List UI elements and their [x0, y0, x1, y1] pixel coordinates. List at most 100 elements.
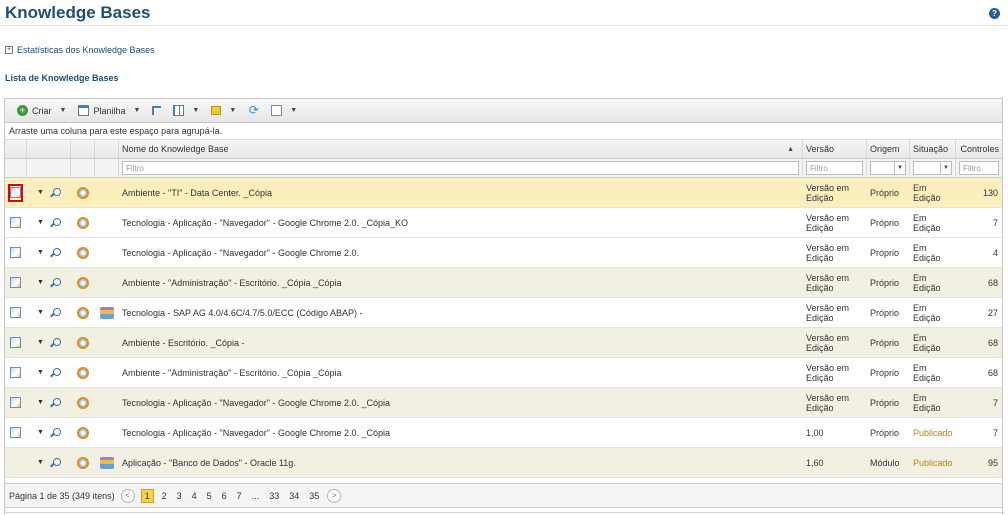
row-cell [5, 358, 27, 387]
table-row[interactable]: ▼ Ambiente - Escritório. _Cópia - Versão… [5, 328, 1002, 358]
chevron-down-icon[interactable]: ▼ [60, 107, 67, 114]
column-header-version[interactable]: Versão [803, 140, 867, 158]
document-icon[interactable] [10, 337, 21, 348]
refresh-button[interactable]: ⟳ [242, 101, 265, 121]
document-icon[interactable] [10, 307, 21, 318]
next-page-button[interactable]: > [327, 488, 342, 503]
magnifier-icon[interactable] [50, 367, 61, 378]
stats-label[interactable]: Estatísticas dos Knowledge Bases [17, 45, 155, 55]
clock-icon[interactable] [76, 216, 89, 229]
clock-icon[interactable] [76, 336, 89, 349]
magnifier-icon[interactable] [50, 307, 61, 318]
column-header-name[interactable]: Nome do Knowledge Base ▲ [119, 140, 803, 158]
clock-icon[interactable] [76, 456, 89, 469]
clock-icon[interactable] [76, 426, 89, 439]
header-cell [27, 140, 71, 158]
document-icon[interactable] [10, 277, 21, 288]
clock-icon[interactable] [76, 276, 89, 289]
chevron-down-icon[interactable]: ▼ [133, 107, 140, 114]
table-row[interactable]: ▼ Tecnologia - Aplicação - "Navegador" -… [5, 238, 1002, 268]
expand-icon[interactable]: + [5, 46, 13, 54]
edit-button[interactable]: ▼ [265, 101, 303, 121]
chevron-down-icon[interactable]: ▼ [37, 189, 44, 196]
document-icon[interactable] [10, 247, 21, 258]
page-7-button[interactable]: 7 [235, 491, 244, 501]
page-4-button[interactable]: 4 [190, 491, 199, 501]
page-ellipsis[interactable]: ... [250, 491, 262, 501]
spreadsheet-button[interactable]: Planilha ▼ [72, 101, 146, 121]
chevron-down-icon[interactable]: ▼ [894, 162, 905, 174]
column-header-status[interactable]: Situação [910, 140, 956, 158]
chevron-down-icon[interactable]: ▼ [290, 107, 297, 114]
magnifier-icon[interactable] [50, 277, 61, 288]
column-header-origin[interactable]: Origem [867, 140, 910, 158]
table-row[interactable]: ▼ Ambiente - "Administração" - Escritóri… [5, 268, 1002, 298]
table-row[interactable]: ▼ Tecnologia - Aplicação - "Navegador" -… [5, 208, 1002, 238]
create-button[interactable]: + Criar ▼ [11, 101, 72, 121]
page-34-button[interactable]: 34 [287, 491, 301, 501]
chevron-down-icon[interactable]: ▼ [37, 429, 44, 436]
group-by-area[interactable]: Arraste uma coluna para este espaço para… [5, 123, 1002, 140]
name-filter-input[interactable]: Filtro [122, 161, 799, 175]
clock-icon[interactable] [76, 366, 89, 379]
document-icon[interactable] [10, 427, 21, 438]
columns-button[interactable]: ▼ [167, 101, 205, 121]
page-2-button[interactable]: 2 [160, 491, 169, 501]
column-header-controls[interactable]: Controles [956, 140, 1002, 158]
document-icon[interactable] [10, 397, 21, 408]
magnifier-icon[interactable] [50, 427, 61, 438]
prev-page-button[interactable]: < [120, 488, 135, 503]
version-filter-input[interactable]: Filtro [806, 161, 863, 175]
kb-name: Tecnologia - SAP AG 4.0/4.6C/4.7/5.0/ECC… [122, 307, 363, 318]
controls-filter-input[interactable]: Filtro [959, 161, 999, 175]
clock-icon[interactable] [76, 186, 89, 199]
chevron-down-icon[interactable]: ▼ [37, 459, 44, 466]
database-icon[interactable] [99, 306, 114, 319]
magnifier-icon[interactable] [50, 337, 61, 348]
table-row[interactable]: ▼ Ambiente - "Administração" - Escritóri… [5, 358, 1002, 388]
table-row[interactable]: ▼ Tecnologia - Aplicação - "Navegador" -… [5, 388, 1002, 418]
page-33-button[interactable]: 33 [267, 491, 281, 501]
page-35-button[interactable]: 35 [307, 491, 321, 501]
clock-icon[interactable] [76, 396, 89, 409]
document-icon[interactable] [10, 217, 21, 228]
magnifier-icon[interactable] [50, 247, 61, 258]
document-icon[interactable] [10, 367, 21, 378]
row-cell [71, 298, 95, 327]
table-row[interactable]: ▼ Tecnologia - Aplicação - "Navegador" -… [5, 418, 1002, 448]
export-button[interactable]: ▼ [205, 101, 242, 121]
table-row[interactable]: ▼ Aplicação - "Banco de Dados" - Oracle … [5, 448, 1002, 478]
magnifier-icon[interactable] [50, 187, 61, 198]
chevron-down-icon[interactable]: ▼ [37, 369, 44, 376]
clock-icon[interactable] [76, 246, 89, 259]
chevron-down-icon[interactable]: ▼ [37, 249, 44, 256]
chevron-down-icon[interactable]: ▼ [37, 399, 44, 406]
page-6-button[interactable]: 6 [220, 491, 229, 501]
help-icon[interactable]: ? [989, 8, 1000, 19]
chevron-down-icon[interactable]: ▼ [37, 219, 44, 226]
chevron-down-icon[interactable]: ▼ [192, 107, 199, 114]
page-1-button[interactable]: 1 [140, 488, 154, 503]
page-5-button[interactable]: 5 [205, 491, 214, 501]
database-icon[interactable] [99, 456, 114, 469]
status-filter-select[interactable]: ▼ [913, 161, 952, 175]
hierarchy-button[interactable] [146, 101, 167, 121]
magnifier-icon[interactable] [50, 397, 61, 408]
magnifier-icon[interactable] [50, 217, 61, 228]
title-divider [0, 25, 1008, 26]
page-3-button[interactable]: 3 [175, 491, 184, 501]
chevron-down-icon[interactable]: ▼ [940, 162, 951, 174]
create-icon: + [17, 105, 28, 116]
chevron-down-icon[interactable]: ▼ [37, 339, 44, 346]
magnifier-icon[interactable] [50, 457, 61, 468]
clock-icon[interactable] [76, 306, 89, 319]
origin-filter-select[interactable]: ▼ [870, 161, 906, 175]
row-cell [71, 268, 95, 297]
chevron-down-icon[interactable]: ▼ [229, 107, 236, 114]
edit-document-icon-highlighted[interactable] [8, 183, 23, 202]
chevron-down-icon[interactable]: ▼ [37, 309, 44, 316]
stats-toggle[interactable]: + Estatísticas dos Knowledge Bases [5, 45, 155, 55]
table-row[interactable]: ▼ Tecnologia - SAP AG 4.0/4.6C/4.7/5.0/E… [5, 298, 1002, 328]
table-row[interactable]: ▼ Ambiente - "TI" - Data Center. _Cópia … [5, 178, 1002, 208]
chevron-down-icon[interactable]: ▼ [37, 279, 44, 286]
